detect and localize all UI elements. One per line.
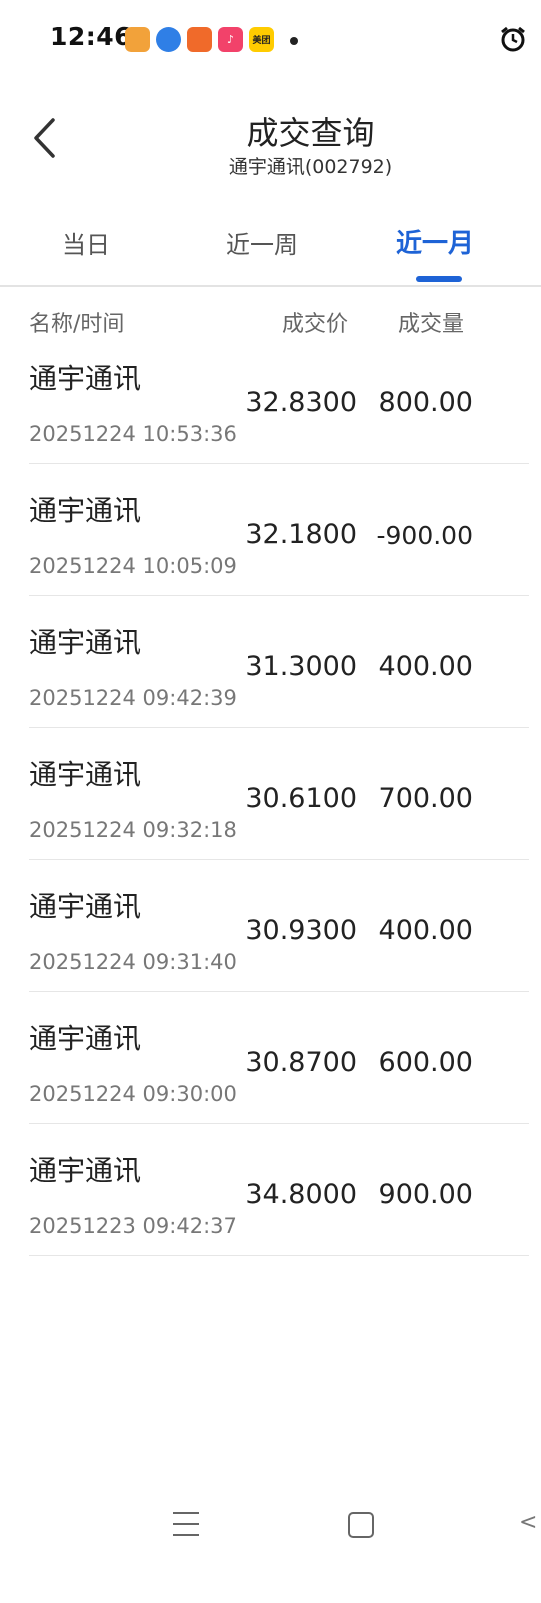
row-trade-volume: -900.00 [376, 521, 474, 550]
table-row[interactable]: 通宇通讯 20251224 09:30:00 30.8700 600.00 [29, 992, 529, 1124]
notification-dot-icon [290, 37, 298, 45]
row-trade-price: 32.1800 [245, 519, 357, 550]
table-row[interactable]: 通宇通讯 20251224 09:32:18 30.6100 700.00 [29, 728, 529, 860]
row-stock-name: 通宇通讯 [29, 1154, 142, 1187]
active-tab-indicator [416, 276, 462, 282]
row-trade-volume: 900.00 [378, 1179, 473, 1210]
column-header: 名称/时间 成交价 成交量 [0, 290, 541, 350]
row-trade-price: 30.9300 [245, 915, 357, 946]
table-row[interactable]: 通宇通讯 20251224 10:53:36 32.8300 800.00 [29, 332, 529, 464]
status-time: 12:46 [50, 22, 133, 51]
row-trade-price: 32.8300 [245, 387, 357, 418]
grid-app-icon [187, 27, 212, 52]
tab-month[interactable]: 近一月 [396, 223, 474, 260]
column-volume: 成交量 [398, 312, 465, 337]
browser-app-icon [156, 27, 181, 52]
status-bar: 12:46 ♪ 美团 [0, 0, 541, 80]
row-trade-time: 20251223 09:42:37 [29, 1214, 237, 1238]
tab-today[interactable]: 当日 [62, 225, 110, 260]
row-trade-time: 20251224 09:31:40 [29, 950, 237, 974]
row-stock-name: 通宇通讯 [29, 758, 142, 791]
period-tabs: 当日 近一周 近一月 [0, 205, 541, 287]
stock-subtitle: 通宇通讯(002792) [228, 156, 393, 178]
table-row[interactable]: 通宇通讯 20251223 09:42:37 34.8000 900.00 [29, 1124, 529, 1256]
row-trade-volume: 800.00 [378, 387, 473, 418]
page-header: 成交查询 通宇通讯(002792) [0, 90, 541, 200]
table-row[interactable]: 通宇通讯 20251224 09:42:39 31.3000 400.00 [29, 596, 529, 728]
trade-rows: 通宇通讯20251225 09:31:0937.29501600.00通宇通讯2… [0, 286, 541, 1256]
row-trade-price: 30.6100 [245, 783, 357, 814]
row-trade-time: 20251224 09:42:39 [29, 686, 237, 710]
row-stock-name: 通宇通讯 [29, 890, 142, 923]
status-app-icons: ♪ 美团 [125, 27, 274, 52]
back-nav-icon[interactable]: < [519, 1510, 537, 1535]
row-trade-price: 30.8700 [245, 1047, 357, 1078]
row-trade-price: 31.3000 [245, 651, 357, 682]
column-name-time: 名称/时间 [29, 312, 125, 337]
menu-nav-icon[interactable] [173, 1512, 199, 1538]
row-trade-price: 34.8000 [245, 1179, 357, 1210]
alarm-clock-icon [501, 26, 525, 52]
tab-week[interactable]: 近一周 [226, 225, 298, 260]
row-trade-time: 20251224 09:30:00 [29, 1082, 237, 1106]
row-trade-volume: 400.00 [378, 651, 473, 682]
trade-list[interactable]: 通宇通讯20251225 09:31:0937.29501600.00通宇通讯2… [0, 286, 541, 1471]
row-trade-time: 20251224 10:53:36 [29, 422, 237, 446]
page-title: 成交查询 [246, 114, 375, 152]
system-nav-bar: < [0, 1490, 541, 1603]
row-trade-volume: 600.00 [378, 1047, 473, 1078]
table-row[interactable]: 通宇通讯 20251224 09:31:40 30.9300 400.00 [29, 860, 529, 992]
row-stock-name: 通宇通讯 [29, 494, 142, 527]
table-row[interactable]: 通宇通讯 20251224 10:05:09 32.1800 -900.00 [29, 464, 529, 596]
row-stock-name: 通宇通讯 [29, 626, 142, 659]
meituan-app-icon: 美团 [249, 27, 274, 52]
game-app-icon [125, 27, 150, 52]
column-price: 成交价 [282, 312, 349, 337]
music-app-icon: ♪ [218, 27, 243, 52]
row-trade-time: 20251224 09:32:18 [29, 818, 237, 842]
row-stock-name: 通宇通讯 [29, 1022, 142, 1055]
row-trade-volume: 700.00 [378, 783, 473, 814]
home-nav-icon[interactable] [348, 1512, 374, 1538]
row-trade-volume: 400.00 [378, 915, 473, 946]
row-trade-time: 20251224 10:05:09 [29, 554, 237, 578]
row-stock-name: 通宇通讯 [29, 362, 142, 395]
